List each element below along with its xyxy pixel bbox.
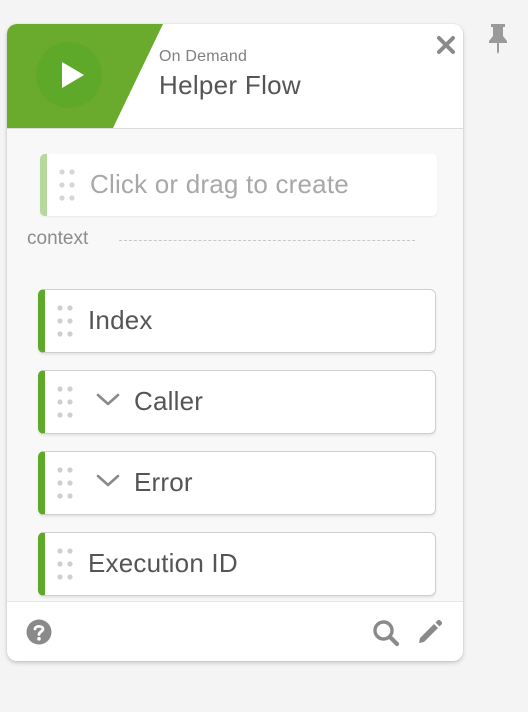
drag-handle-icon[interactable] [55,465,75,501]
context-field-index[interactable]: Index [38,289,436,353]
play-icon [62,62,84,88]
chevron-down-icon[interactable] [95,391,121,409]
flow-type-label: On Demand [159,48,248,65]
context-section-label: context [27,228,89,249]
field-label: Execution ID [88,548,238,578]
field-label: Index [88,305,153,335]
card-body: Click or drag to create context Index Ca… [7,129,463,601]
pencil-icon[interactable] [416,618,444,646]
help-icon[interactable] [26,619,52,645]
card-header: On Demand Helper Flow [7,24,463,129]
context-divider [119,240,415,241]
field-label: Caller [134,386,204,416]
pin-icon[interactable] [486,22,510,54]
context-field-error[interactable]: Error [38,451,436,515]
run-button[interactable] [36,42,102,108]
flow-card: On Demand Helper Flow Click or drag to c… [7,24,463,661]
drag-handle-icon[interactable] [55,384,75,420]
flow-editor-page: On Demand Helper Flow Click or drag to c… [0,0,528,712]
create-slot-label: Click or drag to create [90,169,349,199]
context-field-caller[interactable]: Caller [38,370,436,434]
flow-title: Helper Flow [159,70,302,100]
drag-handle-icon[interactable] [55,546,75,582]
drag-handle-icon[interactable] [55,303,75,339]
search-icon[interactable] [372,619,400,647]
card-footer [7,601,463,661]
create-slot[interactable]: Click or drag to create [40,154,437,216]
chevron-down-icon[interactable] [95,472,121,490]
close-icon[interactable] [435,34,457,56]
field-label: Error [134,467,193,497]
context-field-execution-id[interactable]: Execution ID [38,532,436,596]
drag-handle-icon [59,169,75,201]
